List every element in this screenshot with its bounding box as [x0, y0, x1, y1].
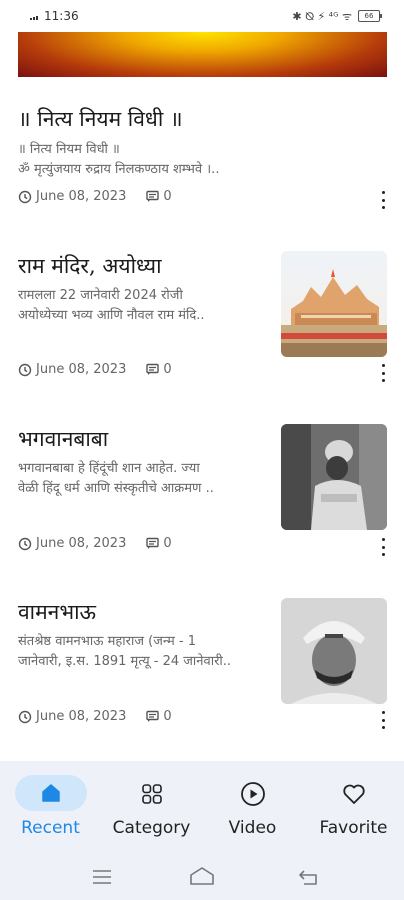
- comment-icon: [146, 190, 160, 202]
- back-icon[interactable]: [298, 868, 320, 886]
- menu-icon[interactable]: [92, 869, 112, 885]
- excerpt-line: ॥ नित्य नियम विधी ॥: [18, 142, 120, 157]
- signal-icon: [30, 12, 38, 20]
- article-date: June 08, 2023: [36, 709, 127, 724]
- article-meta: June 08, 2023 0: [18, 536, 172, 551]
- article-meta: June 08, 2023 0: [18, 709, 172, 724]
- nav-label-recent: Recent: [21, 818, 80, 838]
- clock-icon: [18, 537, 32, 550]
- article-meta: June 08, 2023 0: [18, 189, 172, 204]
- comment-count: 0: [163, 189, 172, 204]
- clock-icon: [18, 363, 32, 376]
- nav-label-video: Video: [228, 818, 277, 838]
- article-title[interactable]: भगवानबाबा: [18, 425, 108, 453]
- status-time: 11:36: [44, 9, 79, 23]
- comment-count: 0: [163, 536, 172, 551]
- play-circle-icon: [241, 782, 265, 806]
- more-options-icon[interactable]: [378, 711, 388, 729]
- article-title[interactable]: ॥ नित्य नियम विधी ॥: [18, 105, 183, 133]
- article-meta: June 08, 2023 0: [18, 362, 172, 377]
- article-thumbnail[interactable]: [281, 251, 387, 357]
- comment-icon: [146, 363, 160, 375]
- heart-icon: [343, 784, 365, 804]
- clock-icon: [18, 710, 32, 723]
- article-title[interactable]: राम मंदिर, अयोध्या: [18, 252, 162, 280]
- excerpt-line: अयोध्येच्या भव्य आणि नौवल राम मंदि..: [18, 308, 205, 323]
- status-bar: 11:36 ✱ ⦰ ⚡ ⁴ᴳ ᯤ 66: [0, 0, 404, 32]
- home-button-icon[interactable]: [189, 866, 215, 886]
- grid-icon: [142, 784, 162, 804]
- clock-icon: [18, 190, 32, 203]
- excerpt-line: जानेवारी, इ.स. 1891 मृत्यू - 24 जानेवारी…: [18, 654, 232, 669]
- article-title[interactable]: वामनभाऊ: [18, 598, 96, 626]
- article-thumbnail[interactable]: [281, 598, 387, 704]
- header-banner: [18, 32, 387, 77]
- status-icons: ✱ ⦰ ⚡ ⁴ᴳ ᯤ: [292, 9, 352, 23]
- article-thumbnail[interactable]: [281, 424, 387, 530]
- battery-icon: 66: [358, 10, 382, 22]
- article-date: June 08, 2023: [36, 189, 127, 204]
- article-date: June 08, 2023: [36, 536, 127, 551]
- excerpt-line: रामलला 22 जानेवारी 2024 रोजी: [18, 288, 183, 303]
- system-navigation-bar: [0, 849, 404, 900]
- excerpt-line: संतश्रेष्ठ वामनभाऊ महाराज (जन्म - 1: [18, 634, 196, 649]
- home-icon: [42, 784, 60, 802]
- comment-count: 0: [163, 362, 172, 377]
- bottom-navigation: Recent Category Video Favorite: [0, 761, 404, 849]
- comment-icon: [146, 710, 160, 722]
- more-options-icon[interactable]: [378, 364, 388, 382]
- more-options-icon[interactable]: [378, 191, 388, 209]
- nav-label-category: Category: [112, 818, 191, 838]
- nav-label-favorite: Favorite: [319, 818, 388, 838]
- comment-icon: [146, 537, 160, 549]
- excerpt-line: ॐ मृत्युंजयाय रुद्राय निलकण्ठाय शम्भवे ।…: [18, 162, 220, 177]
- article-date: June 08, 2023: [36, 362, 127, 377]
- excerpt-line: वेळी हिंदू धर्म आणि संस्कृतीचे आक्रमण ..: [18, 481, 214, 496]
- excerpt-line: भगवानबाबा हे हिंदूंची शान आहेत. ज्या: [18, 461, 200, 476]
- more-options-icon[interactable]: [378, 538, 388, 556]
- article-excerpt: रामलला 22 जानेवारी 2024 रोजी अयोध्येच्या…: [18, 286, 268, 326]
- article-excerpt: संतश्रेष्ठ वामनभाऊ महाराज (जन्म - 1 जाने…: [18, 632, 273, 672]
- article-excerpt: भगवानबाबा हे हिंदूंची शान आहेत. ज्या वेळ…: [18, 459, 273, 499]
- comment-count: 0: [163, 709, 172, 724]
- article-excerpt: ॥ नित्य नियम विधी ॥ ॐ मृत्युंजयाय रुद्रा…: [18, 140, 293, 180]
